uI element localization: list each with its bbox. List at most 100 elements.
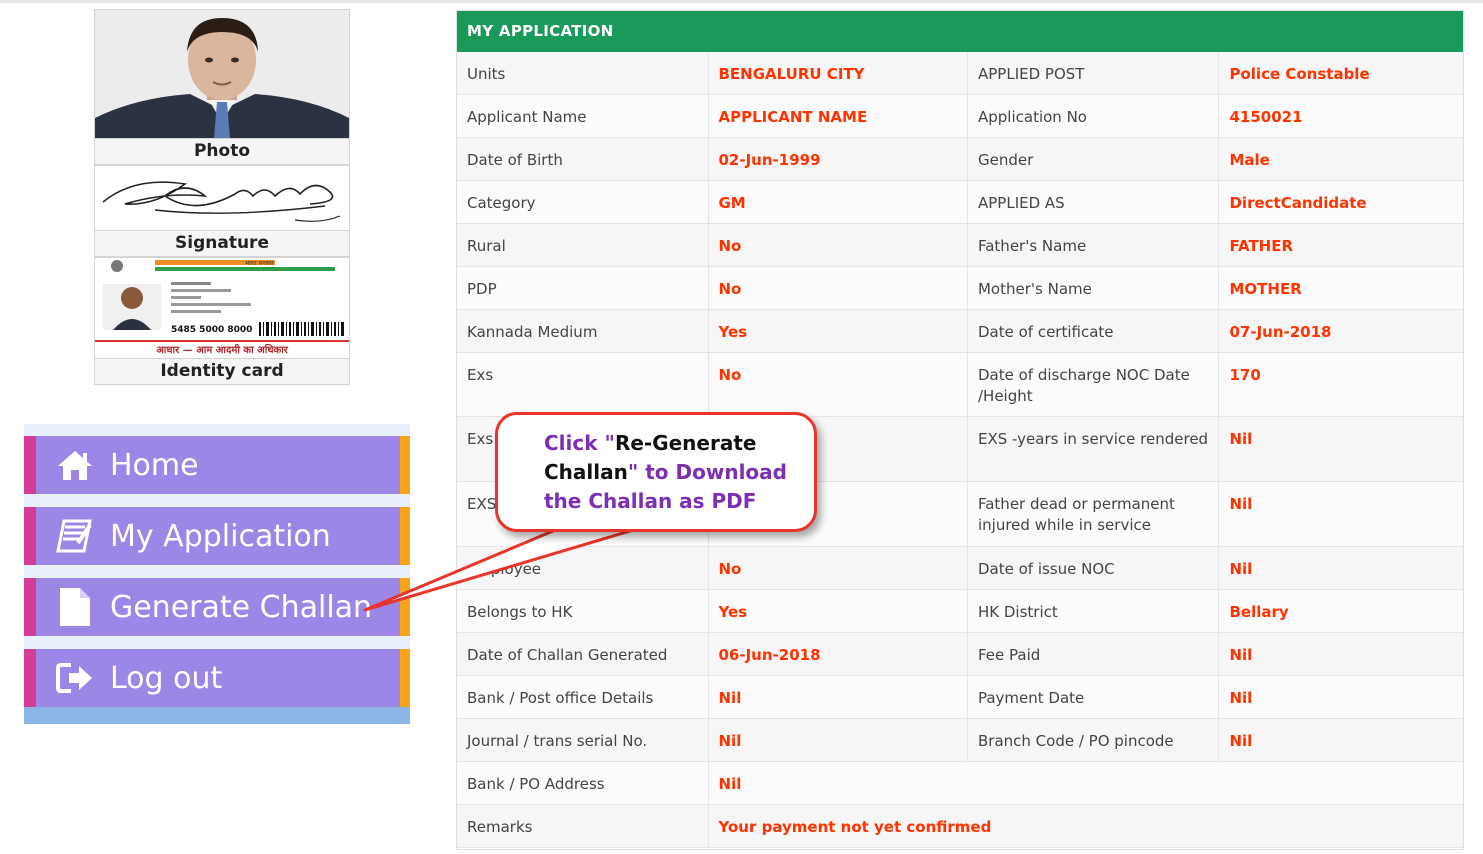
- field-label: Branch Code / PO pincode: [968, 719, 1220, 761]
- field-value: FATHER: [1229, 237, 1294, 255]
- field-label: Category: [457, 181, 709, 223]
- callout-emphasis: Challan: [544, 460, 628, 484]
- field-value: Your payment not yet confirmed: [718, 818, 992, 836]
- field-value: BENGALURU CITY: [709, 52, 968, 94]
- field-value: Bellary: [1229, 603, 1289, 621]
- table-row: Belongs to HK Yes HK District Bellary: [457, 590, 1463, 633]
- signature-image: [102, 181, 341, 222]
- field-value: No: [709, 547, 968, 589]
- signature-caption: Signature: [95, 230, 349, 256]
- home-icon: [54, 445, 96, 485]
- field-label: Gender: [968, 138, 1220, 180]
- field-label: Application No: [968, 95, 1220, 137]
- table-row: Remarks Your payment not yet confirmed: [457, 805, 1463, 848]
- field-value: Male: [1229, 151, 1270, 169]
- top-divider: [0, 0, 1483, 3]
- field-value: MOTHER: [1229, 280, 1302, 298]
- field-label: Date of certificate: [968, 310, 1220, 352]
- photo-card: Photo: [94, 9, 350, 165]
- field-label: Payment Date: [968, 676, 1220, 718]
- field-label: Fee Paid: [968, 633, 1220, 675]
- field-value: No: [709, 224, 968, 266]
- field-value: Nil: [1229, 732, 1253, 750]
- field-value: GM: [709, 181, 968, 223]
- field-value: DirectCandidate: [1229, 194, 1367, 212]
- field-value: Nil: [718, 775, 742, 793]
- identity-caption: Identity card: [95, 358, 349, 384]
- callout-text: Click ": [544, 431, 615, 455]
- field-value: 4150021: [1229, 108, 1303, 126]
- callout-text: " to Download: [627, 460, 787, 484]
- signature-card: Signature: [94, 165, 350, 257]
- table-row: PDP No Mother's Name MOTHER: [457, 267, 1463, 310]
- table-row: Bank / PO Address Nil: [457, 762, 1463, 805]
- sidebar-item-label: Log out: [110, 660, 223, 696]
- field-label: Mother's Name: [968, 267, 1220, 309]
- field-label: APPLIED AS: [968, 181, 1220, 223]
- table-row: Journal / trans serial No. Nil Branch Code…: [457, 719, 1463, 762]
- sidebar-item-generate-challan[interactable]: Generate Challan: [24, 578, 410, 636]
- field-value: Yes: [709, 590, 968, 632]
- field-label: PDP: [457, 267, 709, 309]
- edit-document-icon: [54, 516, 96, 556]
- field-label: HK District: [968, 590, 1220, 632]
- table-row: Bank / Post office Details Nil Payment Dat…: [457, 676, 1463, 719]
- applicant-photo: [95, 10, 349, 138]
- menu-divider: [24, 565, 410, 578]
- callout-emphasis: Re-Generate: [614, 431, 757, 455]
- field-label: Date of Birth: [457, 138, 709, 180]
- field-label: Bank / Post office Details: [457, 676, 709, 718]
- field-label: Kannada Medium: [457, 310, 709, 352]
- id-card-image: भारत सरकार 5485 5000 8000 आधार — आम आदमी…: [95, 258, 349, 358]
- photo-caption: Photo: [95, 138, 349, 164]
- field-value: Yes: [709, 310, 968, 352]
- field-value: No: [709, 353, 968, 416]
- sidebar-item-my-application[interactable]: My Application: [24, 507, 410, 565]
- logout-icon: [54, 658, 96, 698]
- field-label: EXS -years in service rendered: [968, 417, 1220, 481]
- instruction-callout: Click "Re-Generate Challan" to Download …: [495, 412, 817, 532]
- table-row: Exs No Date of discharge NOC Date /Height 1…: [457, 353, 1463, 417]
- sidebar-item-log-out[interactable]: Log out: [24, 649, 410, 707]
- sidebar-item-home[interactable]: Home: [24, 436, 410, 494]
- field-label: Applicant Name: [457, 95, 709, 137]
- field-label: APPLIED POST: [968, 52, 1220, 94]
- field-label: Date of issue NOC: [968, 547, 1220, 589]
- field-value: Nil: [1229, 689, 1253, 707]
- menu-divider: [24, 636, 410, 649]
- field-value: Nil: [1229, 430, 1253, 448]
- field-value: 170: [1229, 366, 1261, 384]
- field-label: Bank / PO Address: [457, 762, 709, 804]
- field-label: Exs: [457, 353, 709, 416]
- id-card-number: 5485 5000 8000: [171, 325, 252, 335]
- table-row: Date of Challan Generated 06-Jun-2018 Fee …: [457, 633, 1463, 676]
- field-label: Rural: [457, 224, 709, 266]
- field-value: Police Constable: [1229, 65, 1370, 83]
- field-value: APPLICANT NAME: [709, 95, 968, 137]
- field-label: Date of Challan Generated: [457, 633, 709, 675]
- field-label: Date of discharge NOC Date /Height: [968, 353, 1220, 416]
- field-label: Father's Name: [968, 224, 1220, 266]
- callout-text: the Challan as PDF: [544, 489, 757, 513]
- id-card-tagline: आधार — आम आदमी का अधिकार: [156, 343, 289, 356]
- field-value: Nil: [1229, 495, 1253, 513]
- field-value: 06-Jun-2018: [709, 633, 968, 675]
- table-row: Units BENGALURU CITY APPLIED POST Police Co…: [457, 52, 1463, 95]
- field-label: Father dead or permanent injured while i…: [968, 482, 1220, 546]
- sidebar-item-label: Home: [110, 447, 199, 483]
- sidebar-item-label: My Application: [110, 518, 331, 554]
- table-row: employee No Date of issue NOC Nil: [457, 547, 1463, 590]
- table-row: Date of Birth 02-Jun-1999 Gender Male: [457, 138, 1463, 181]
- field-label: employee: [457, 547, 709, 589]
- identity-card: भारत सरकार 5485 5000 8000 आधार — आम आदमी…: [94, 257, 350, 385]
- field-value: 02-Jun-1999: [709, 138, 968, 180]
- field-label: Belongs to HK: [457, 590, 709, 632]
- table-row: Applicant Name APPLICANT NAME Application …: [457, 95, 1463, 138]
- table-row: Rural No Father's Name FATHER: [457, 224, 1463, 267]
- sidebar-menu: Home My Application Generate Challan Log…: [24, 424, 410, 724]
- field-value: No: [709, 267, 968, 309]
- sidebar-item-label: Generate Challan: [110, 589, 373, 625]
- field-value: Nil: [1229, 646, 1253, 664]
- field-value: 07-Jun-2018: [1229, 323, 1332, 341]
- field-label: Units: [457, 52, 709, 94]
